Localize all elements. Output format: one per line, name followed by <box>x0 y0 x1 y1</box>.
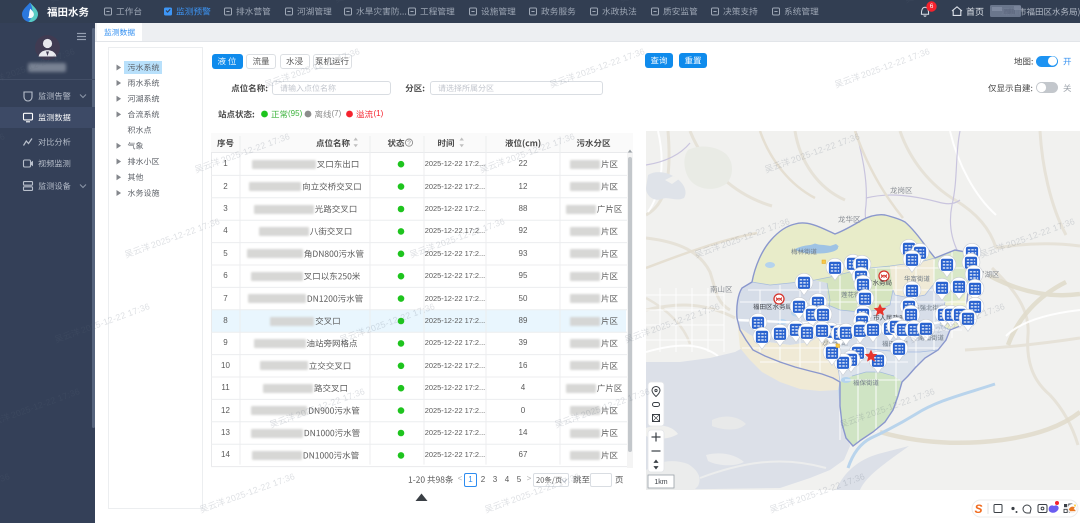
svg-text:S: S <box>975 502 983 516</box>
svg-text:1km: 1km <box>654 479 667 486</box>
